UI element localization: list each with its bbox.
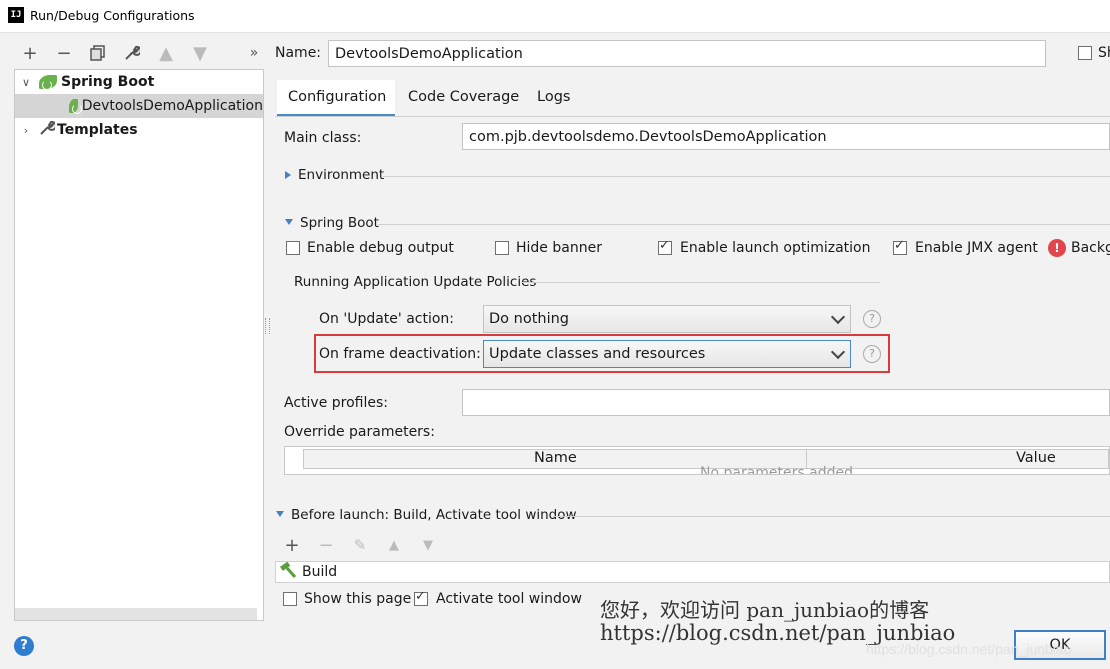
activate-tool-window-label: Activate tool window <box>436 591 582 607</box>
horizontal-scrollbar[interactable] <box>15 608 257 620</box>
expand-right-icon <box>285 171 291 179</box>
column-name[interactable]: Name <box>534 450 577 466</box>
chevron-down-icon <box>830 309 846 325</box>
tree-item-label: DevtoolsDemoApplication <box>81 98 263 114</box>
environment-toggle[interactable]: Environment <box>285 167 384 183</box>
move-up-icon[interactable]: ▲ <box>155 42 177 64</box>
show-this-page-checkbox[interactable] <box>283 592 297 606</box>
share-label: Sh <box>1098 45 1110 61</box>
empty-table-text: No parameters added. <box>700 465 858 475</box>
remove-icon[interactable]: − <box>315 534 337 556</box>
remove-icon[interactable]: − <box>53 42 75 64</box>
tree-item-devtools-demo[interactable]: DevtoolsDemoApplication <box>15 94 263 118</box>
add-icon[interactable]: + <box>281 534 303 556</box>
watermark-url-faint: https://blog.csdn.net/pan_junbiao <box>866 641 1072 657</box>
enable-launch-optimization-label: Enable launch optimization <box>680 240 871 256</box>
tree-item-templates[interactable]: › Templates <box>15 118 263 142</box>
active-profiles-label: Active profiles: <box>284 395 388 411</box>
more-icon[interactable]: » <box>243 42 265 64</box>
chevron-down-icon[interactable]: ∨ <box>19 76 33 89</box>
help-icon[interactable]: ? <box>14 636 34 656</box>
intellij-app-icon: IJ <box>8 7 24 23</box>
spring-boot-icon <box>69 99 82 114</box>
help-circle-icon[interactable]: ? <box>863 310 881 328</box>
before-launch-title: Before launch: Build, Activate tool wind… <box>291 507 577 523</box>
tree-item-spring-boot[interactable]: ∨ Spring Boot <box>15 70 263 94</box>
override-parameters-label: Override parameters: <box>284 424 435 440</box>
spring-boot-section-toggle[interactable]: Spring Boot <box>285 215 379 231</box>
add-icon[interactable]: + <box>19 42 41 64</box>
splitter-grip[interactable] <box>265 318 270 334</box>
hide-banner-label: Hide banner <box>516 240 602 256</box>
tree-item-label: Templates <box>57 122 138 138</box>
edit-icon[interactable]: ✎ <box>349 534 371 556</box>
on-update-select[interactable]: Do nothing <box>483 305 851 333</box>
active-profiles-field[interactable] <box>462 389 1110 416</box>
override-parameters-table[interactable]: Name Value No parameters added. <box>284 446 1110 475</box>
move-down-icon[interactable]: ▼ <box>417 534 439 556</box>
separator <box>553 516 1110 517</box>
window-title: Run/Debug Configurations <box>30 8 195 23</box>
title-bar: IJ Run/Debug Configurations <box>0 0 1110 33</box>
enable-launch-optimization-checkbox[interactable] <box>658 238 672 255</box>
highlight-box <box>314 334 890 373</box>
tab-configuration[interactable]: Configuration <box>277 80 395 116</box>
name-field[interactable]: DevtoolsDemoApplication <box>328 40 1046 67</box>
share-checkbox[interactable] <box>1078 46 1092 60</box>
watermark-greeting: 您好，欢迎访问 pan_junbiao的博客 <box>600 598 930 622</box>
before-launch-list[interactable]: Build <box>275 561 1110 583</box>
build-label: Build <box>302 564 338 580</box>
show-this-page-label: Show this page <box>304 591 412 607</box>
chevron-right-icon[interactable]: › <box>19 124 33 137</box>
expand-down-icon <box>276 511 284 517</box>
tree-item-label: Spring Boot <box>61 74 155 90</box>
list-item[interactable]: Build <box>276 561 1110 582</box>
column-value[interactable]: Value <box>1016 450 1056 466</box>
name-label: Name: <box>275 45 322 61</box>
separator <box>378 224 1110 225</box>
main-class-field[interactable]: com.pjb.devtoolsdemo.DevtoolsDemoApplica… <box>462 123 1110 150</box>
enable-debug-output-label: Enable debug output <box>307 240 454 256</box>
wrench-icon[interactable] <box>121 42 143 64</box>
copy-icon[interactable] <box>87 42 109 64</box>
on-update-value: Do nothing <box>489 311 570 327</box>
activate-tool-window-checkbox[interactable] <box>414 589 428 606</box>
tab-code-coverage[interactable]: Code Coverage <box>397 80 530 116</box>
main-class-label: Main class: <box>284 130 362 146</box>
error-icon: ! <box>1048 239 1066 257</box>
spring-boot-section-title: Spring Boot <box>300 215 379 231</box>
update-policies-title: Running Application Update Policies <box>294 274 537 290</box>
on-update-label: On 'Update' action: <box>319 311 455 327</box>
environment-label: Environment <box>298 167 385 183</box>
spring-boot-icon <box>39 75 57 90</box>
enable-debug-output-checkbox[interactable] <box>286 241 300 255</box>
wrench-icon <box>39 120 57 140</box>
hide-banner-checkbox[interactable] <box>495 241 509 255</box>
move-up-icon[interactable]: ▲ <box>383 534 405 556</box>
hammer-icon <box>279 561 297 582</box>
move-down-icon[interactable]: ▼ <box>189 42 211 64</box>
before-launch-toggle[interactable]: Before launch: Build, Activate tool wind… <box>276 507 577 523</box>
separator <box>383 176 1110 177</box>
tab-logs[interactable]: Logs <box>526 80 581 116</box>
configuration-tree[interactable]: ∨ Spring Boot DevtoolsDemoApplication › … <box>14 69 264 621</box>
enable-jmx-agent-label: Enable JMX agent <box>915 240 1038 256</box>
enable-jmx-agent-checkbox[interactable] <box>893 238 907 255</box>
background-label: Backg <box>1071 240 1110 256</box>
expand-down-icon <box>285 219 293 225</box>
separator <box>522 282 880 283</box>
